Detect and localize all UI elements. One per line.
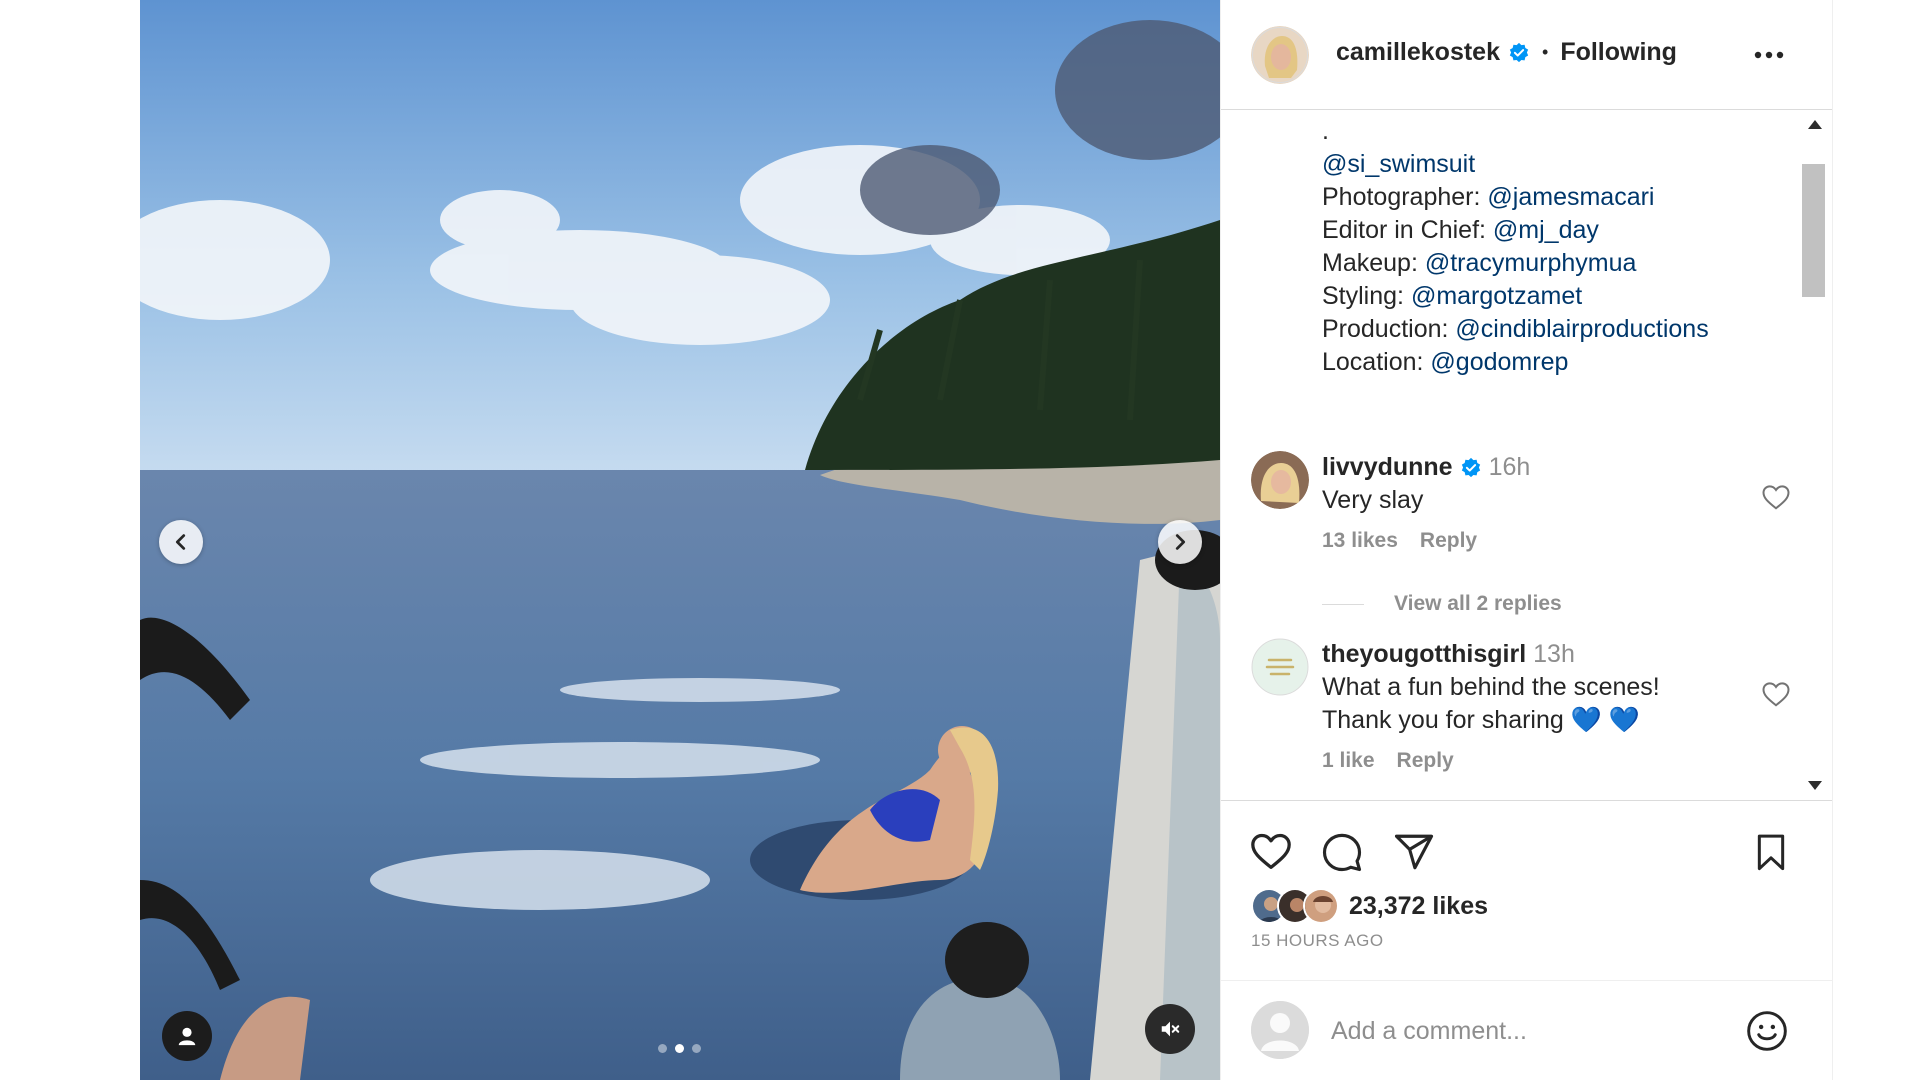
credit-mention[interactable]: @tracymurphymua xyxy=(1425,249,1637,277)
caption-credit: Production: @cindiblairproductions xyxy=(1322,313,1709,346)
carousel-next-button[interactable] xyxy=(1158,520,1202,564)
tagged-users-button[interactable] xyxy=(162,1011,212,1061)
comment-likes[interactable]: 13 likes xyxy=(1322,529,1398,553)
carousel-dot-active xyxy=(675,1044,684,1053)
carousel-indicator xyxy=(658,1044,701,1053)
comment-text-line: What a fun behind the scenes! xyxy=(1322,673,1660,701)
scroll-down-arrow-icon[interactable] xyxy=(1808,781,1822,790)
comment-like-button[interactable] xyxy=(1761,483,1791,516)
comments-list[interactable]: . @si_swimsuit Photographer: @jamesmacar… xyxy=(1221,111,1795,800)
scroll-thumb[interactable] xyxy=(1802,164,1825,297)
bookmark-icon xyxy=(1757,834,1785,871)
post-actions: 23,372 likes 15 HOURS AGO xyxy=(1221,800,1832,980)
heart-icon xyxy=(1762,485,1790,510)
chevron-left-icon xyxy=(175,534,186,550)
credit-label: Makeup: xyxy=(1322,249,1425,277)
add-comment-bar xyxy=(1221,980,1832,1080)
credit-label: Location: xyxy=(1322,348,1431,376)
credit-label: Styling: xyxy=(1322,282,1411,310)
save-button[interactable] xyxy=(1751,831,1791,878)
caption-leading: . xyxy=(1322,117,1329,145)
like-button[interactable] xyxy=(1249,831,1293,876)
beach-photo xyxy=(140,0,1220,1080)
verified-badge-icon xyxy=(1509,42,1529,62)
user-tag-icon xyxy=(178,1027,196,1046)
current-user-avatar xyxy=(1251,1001,1309,1059)
verified-badge-icon xyxy=(1461,457,1480,477)
caption-credit: Location: @godomrep xyxy=(1322,346,1709,379)
comment-time[interactable]: 16h xyxy=(1489,451,1531,484)
carousel-dot xyxy=(658,1044,667,1053)
more-options-button[interactable] xyxy=(1753,42,1785,73)
credit-label: Editor in Chief: xyxy=(1322,216,1493,244)
carousel-prev-button[interactable] xyxy=(159,520,203,564)
replies-divider xyxy=(1322,603,1364,605)
heart-icon xyxy=(1251,833,1291,869)
caption-credit: Styling: @margotzamet xyxy=(1322,280,1709,313)
credit-label: Production: xyxy=(1322,315,1456,343)
liker-avatar xyxy=(1303,888,1339,924)
likes-summary[interactable]: 23,372 likes xyxy=(1251,888,1488,924)
caption-credit: Photographer: @jamesmacari xyxy=(1322,181,1709,214)
separator-dot: • xyxy=(1542,42,1549,62)
commenter-avatar[interactable] xyxy=(1251,451,1309,509)
carousel-dot xyxy=(692,1044,701,1053)
chevron-right-icon xyxy=(1175,534,1186,550)
credit-mention[interactable]: @margotzamet xyxy=(1411,282,1582,310)
comment-body: livvydunne 16h Very slay 13 likes Reply xyxy=(1322,451,1732,553)
comment-like-button[interactable] xyxy=(1761,680,1791,713)
comments-scrollbar[interactable] xyxy=(1799,111,1825,800)
caption-credit: Makeup: @tracymurphymua xyxy=(1322,247,1709,280)
comment-likes[interactable]: 1 like xyxy=(1322,749,1375,773)
author-avatar[interactable] xyxy=(1251,26,1309,84)
likes-count[interactable]: 23,372 likes xyxy=(1349,892,1488,921)
following-button[interactable]: Following xyxy=(1560,38,1677,67)
comment-text-line: Thank you for sharing 💙 💙 xyxy=(1322,706,1640,734)
post-timestamp[interactable]: 15 HOURS AGO xyxy=(1251,931,1384,951)
mute-button[interactable] xyxy=(1145,1004,1195,1054)
post-side-panel: camillekostek • Following . @si_swimsuit… xyxy=(1220,0,1833,1080)
comment-reply-button[interactable]: Reply xyxy=(1397,749,1454,773)
caption-credit: Editor in Chief: @mj_day xyxy=(1322,214,1709,247)
comment-time[interactable]: 13h xyxy=(1533,638,1575,671)
comment-text: Very slay xyxy=(1322,486,1424,514)
commenter-avatar[interactable] xyxy=(1251,638,1309,696)
comment-reply-button[interactable]: Reply xyxy=(1420,529,1477,553)
comment-button[interactable] xyxy=(1321,831,1363,878)
credit-mention[interactable]: @cindiblairproductions xyxy=(1455,315,1708,343)
comment-icon xyxy=(1322,833,1362,872)
credit-mention[interactable]: @jamesmacari xyxy=(1487,183,1654,211)
post-header: camillekostek • Following xyxy=(1221,0,1832,110)
share-button[interactable] xyxy=(1393,831,1435,878)
author-info: camillekostek • Following xyxy=(1336,38,1677,67)
send-icon xyxy=(1394,834,1434,870)
author-username[interactable]: camillekostek xyxy=(1336,38,1500,67)
post-caption: . @si_swimsuit Photographer: @jamesmacar… xyxy=(1322,115,1709,379)
smiley-icon xyxy=(1747,1011,1787,1051)
caption-mention[interactable]: @si_swimsuit xyxy=(1322,150,1475,178)
credit-mention[interactable]: @mj_day xyxy=(1493,216,1599,244)
commenter-username[interactable]: livvydunne xyxy=(1322,451,1453,484)
view-replies-button[interactable]: View all 2 replies xyxy=(1322,592,1562,616)
post-dialog: camillekostek • Following . @si_swimsuit… xyxy=(140,0,1833,1080)
heart-icon xyxy=(1762,682,1790,707)
scroll-up-arrow-icon[interactable] xyxy=(1808,120,1822,129)
speaker-muted-icon xyxy=(1161,1021,1180,1037)
commenter-username[interactable]: theyougotthisgirl xyxy=(1322,638,1526,671)
credit-mention[interactable]: @godomrep xyxy=(1430,348,1568,376)
comment-input[interactable] xyxy=(1331,1011,1731,1051)
view-replies-label: View all 2 replies xyxy=(1394,592,1562,615)
emoji-button[interactable] xyxy=(1745,1009,1789,1058)
post-media[interactable] xyxy=(140,0,1220,1080)
credit-label: Photographer: xyxy=(1322,183,1488,211)
more-horizontal-icon xyxy=(1754,51,1784,59)
comment-body: theyougotthisgirl 13h What a fun behind … xyxy=(1322,638,1732,773)
